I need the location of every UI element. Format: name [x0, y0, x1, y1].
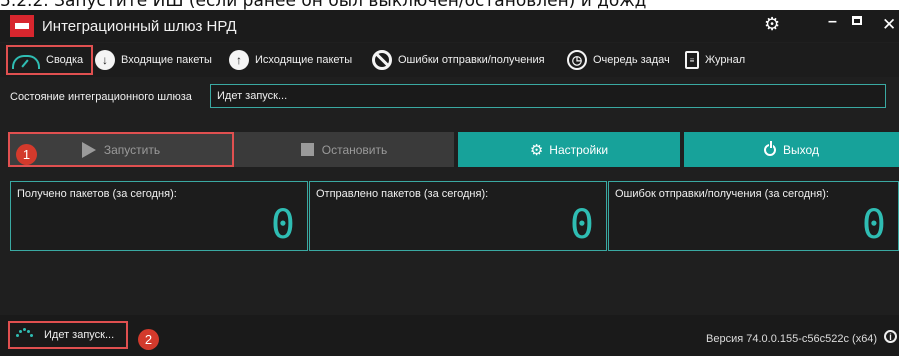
version-text: Версия 74.0.0.155-c56c522c (x64): [706, 333, 878, 345]
gateway-status-field: Идет запуск...: [210, 84, 886, 108]
arrow-up-circle-icon: ↑: [229, 50, 249, 70]
info-icon[interactable]: i: [884, 330, 897, 343]
settings-button[interactable]: ⚙ Настройки: [458, 132, 680, 167]
sent-packets-card: Отправлено пакетов (за сегодня): 0: [309, 181, 607, 251]
tab-incoming-packets[interactable]: ↓ Входящие пакеты: [95, 46, 212, 74]
errors-label: Ошибок отправки/получения (за сегодня):: [615, 188, 829, 200]
clock-icon: ◷: [567, 50, 587, 70]
tab-journal-label: Журнал: [705, 54, 746, 66]
status-bar: Идет запуск... Версия 74.0.0.155-c56c522…: [0, 315, 899, 356]
arrow-down-circle-icon: ↓: [95, 50, 115, 70]
ban-icon: [372, 50, 392, 70]
minimize-icon[interactable]: –: [828, 13, 837, 31]
app-logo: [10, 15, 34, 37]
document-heading: 5.2.2. Запустите ИШ (если ранее он был в…: [0, 0, 899, 10]
tab-task-queue-label: Очередь задач: [593, 54, 670, 66]
annotation-badge-2: 2: [138, 329, 159, 350]
received-packets-card: Получено пакетов (за сегодня): 0: [10, 181, 308, 251]
received-packets-label: Получено пакетов (за сегодня):: [17, 188, 177, 200]
maximize-icon[interactable]: [852, 16, 862, 25]
play-icon: [81, 141, 96, 158]
status-bar-text: Идет запуск...: [44, 329, 115, 341]
sent-packets-value: 0: [569, 202, 594, 248]
gear-icon: ⚙: [529, 141, 544, 159]
annotation-badge-1: 1: [16, 144, 37, 165]
tab-summary-label: Сводка: [46, 54, 84, 66]
tab-journal[interactable]: ≡ Журнал: [685, 46, 745, 74]
sent-packets-label: Отправлено пакетов (за сегодня):: [316, 188, 489, 200]
spinner-icon: [14, 328, 34, 342]
tab-incoming-label: Входящие пакеты: [121, 54, 212, 66]
stop-button[interactable]: Остановить: [234, 132, 454, 167]
gateway-status-label: Состояние интеграционного шлюза: [10, 91, 192, 103]
document-heading-text: 5.2.2. Запустите ИШ (если ранее он был в…: [0, 0, 647, 10]
start-button[interactable]: Запустить: [8, 132, 234, 167]
title-bar: Интеграционный шлюз НРД ⚙ – ✕: [0, 10, 899, 42]
status-bar-progress: Идет запуск...: [8, 321, 128, 349]
power-icon: [764, 140, 777, 156]
document-icon: ≡: [685, 51, 699, 69]
tab-bar: Сводка ↓ Входящие пакеты ↑ Исходящие пак…: [0, 43, 899, 77]
tab-outgoing-label: Исходящие пакеты: [255, 54, 353, 66]
window-title: Интеграционный шлюз НРД: [42, 18, 237, 35]
start-button-label: Запустить: [103, 142, 161, 157]
received-packets-value: 0: [270, 202, 295, 248]
tab-errors-label: Ошибки отправки/получения: [398, 54, 545, 66]
tab-summary[interactable]: Сводка: [6, 45, 94, 75]
stop-icon: [300, 143, 314, 156]
gauge-icon: [12, 55, 40, 69]
gear-icon[interactable]: ⚙: [764, 14, 780, 35]
tab-errors[interactable]: Ошибки отправки/получения: [372, 46, 545, 74]
stop-button-label: Остановить: [321, 142, 388, 157]
app-window: Интеграционный шлюз НРД ⚙ – ✕ Сводка ↓ В…: [0, 10, 899, 356]
errors-card: Ошибок отправки/получения (за сегодня): …: [608, 181, 899, 251]
tab-task-queue[interactable]: ◷ Очередь задач: [567, 46, 670, 74]
exit-button[interactable]: Выход: [684, 132, 899, 167]
errors-value: 0: [861, 202, 886, 248]
gateway-status-row: Состояние интеграционного шлюза Идет зап…: [0, 80, 899, 114]
tab-outgoing-packets[interactable]: ↑ Исходящие пакеты: [229, 46, 352, 74]
settings-button-label: Настройки: [549, 142, 609, 157]
exit-button-label: Выход: [783, 142, 819, 157]
close-icon[interactable]: ✕: [882, 15, 896, 35]
